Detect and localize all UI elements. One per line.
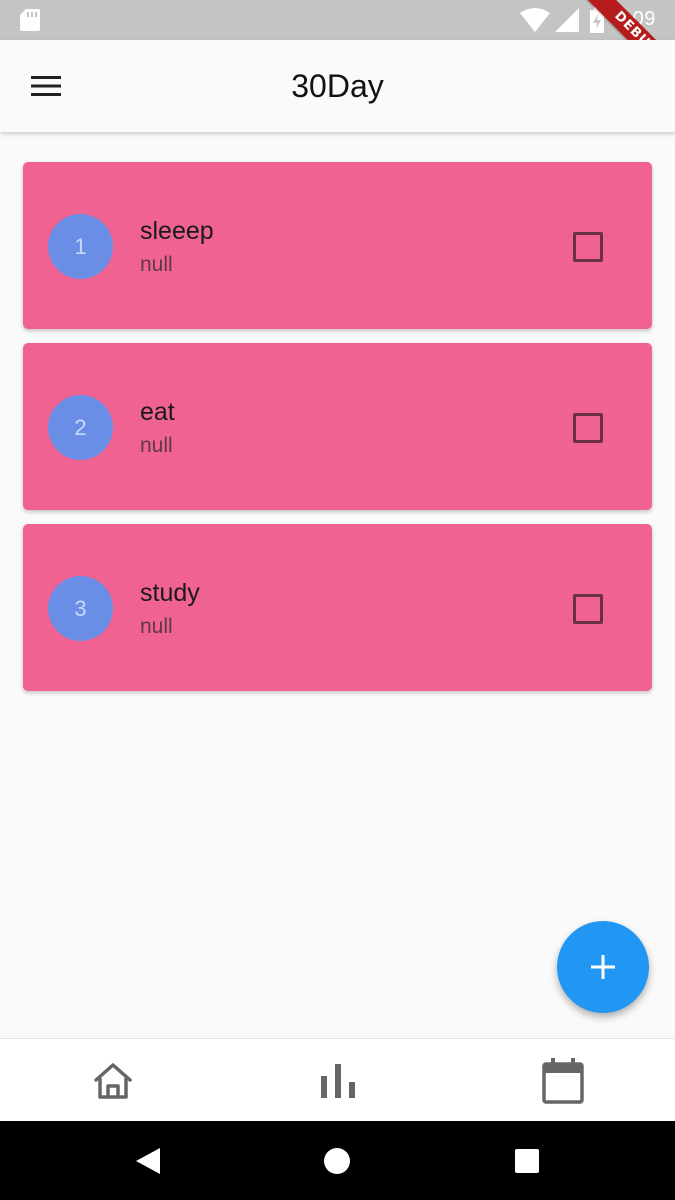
wifi-icon <box>520 8 550 32</box>
system-recents-button[interactable] <box>509 1143 545 1179</box>
task-checkbox[interactable] <box>573 232 603 262</box>
task-card[interactable]: 2 eat null <box>23 343 652 510</box>
home-icon <box>93 1062 132 1099</box>
system-home-button[interactable] <box>319 1143 355 1179</box>
nav-item-stats[interactable] <box>225 1039 450 1122</box>
task-subtitle: null <box>140 253 173 276</box>
home-circle-icon <box>324 1148 350 1174</box>
task-subtitle: null <box>140 434 173 457</box>
task-list: 1 sleeep null 2 eat null 3 study null <box>23 162 652 705</box>
back-icon <box>136 1148 160 1174</box>
task-number-avatar: 3 <box>48 576 113 641</box>
task-card[interactable]: 1 sleeep null <box>23 162 652 329</box>
app-bar: 30Day <box>0 40 675 132</box>
task-title: sleeep <box>140 217 214 245</box>
bottom-navigation <box>0 1038 675 1121</box>
task-checkbox[interactable] <box>573 413 603 443</box>
system-back-button[interactable] <box>130 1143 166 1179</box>
add-task-button[interactable] <box>557 921 649 1013</box>
task-subtitle: null <box>140 615 173 638</box>
task-number-avatar: 1 <box>48 214 113 279</box>
task-title: study <box>140 579 200 607</box>
page-title: 30Day <box>291 68 384 104</box>
cellular-icon <box>555 8 579 32</box>
calendar-icon <box>541 1057 584 1104</box>
status-time: 7:09 <box>615 8 656 30</box>
add-icon <box>591 955 615 979</box>
recents-icon <box>515 1149 539 1173</box>
task-title: eat <box>140 398 175 426</box>
sd-card-icon <box>20 9 40 31</box>
task-number-avatar: 2 <box>48 395 113 460</box>
battery-charging-icon <box>590 7 604 33</box>
system-navigation-bar <box>0 1121 675 1200</box>
status-bar: 7:09 DEBUG <box>0 0 675 40</box>
nav-item-home[interactable] <box>0 1039 225 1122</box>
task-card[interactable]: 3 study null <box>23 524 652 691</box>
nav-item-calendar[interactable] <box>450 1039 675 1122</box>
task-checkbox[interactable] <box>573 594 603 624</box>
bar-chart-icon <box>320 1063 355 1098</box>
